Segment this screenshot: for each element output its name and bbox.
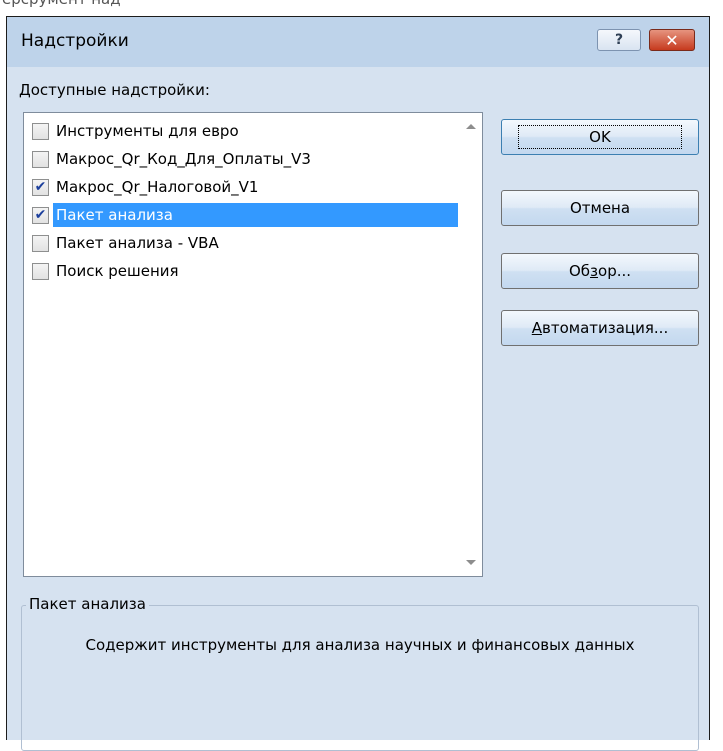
checkbox[interactable] <box>32 150 49 168</box>
label-text: оступные надстройки: <box>30 81 210 99</box>
list-item[interactable]: ✔ Пакет анализа <box>26 201 458 229</box>
close-button[interactable]: ✕ <box>649 29 695 51</box>
automation-label-part: втоматизация... <box>542 319 669 337</box>
scroll-up-icon[interactable] <box>466 124 476 129</box>
list-item-label: Пакет анализа <box>53 203 458 227</box>
checkbox[interactable] <box>32 122 49 140</box>
available-addins-label: Доступные надстройки: <box>19 81 210 99</box>
cancel-button[interactable]: Отмена <box>501 190 699 226</box>
list-item[interactable]: Инструменты для евро <box>26 117 458 145</box>
browse-label-part: Об <box>568 262 591 280</box>
cancel-label: Отмена <box>569 199 631 217</box>
automation-label: Автоматизация... <box>532 319 668 337</box>
background-window-text: ерсрумент над <box>0 0 300 14</box>
checkmark-icon: ✔ <box>34 179 47 195</box>
help-icon: ? <box>614 32 624 48</box>
list-item[interactable]: Макрос_Qr_Код_Для_Оплаты_V3 <box>26 145 458 173</box>
list-item-label: Поиск решения <box>56 262 179 280</box>
close-icon: ✕ <box>665 30 679 50</box>
checkbox[interactable]: ✔ <box>32 178 49 196</box>
list-item-label: Инструменты для евро <box>56 122 239 140</box>
browse-label: Обзор... <box>569 262 631 280</box>
list-item[interactable]: Поиск решения <box>26 257 458 285</box>
description-groupbox: Пакет анализа Содержит инструменты для а… <box>21 595 699 751</box>
checkmark-icon: ✔ <box>34 207 47 223</box>
addins-listbox[interactable]: Инструменты для евро Макрос_Qr_Код_Для_Оп… <box>23 112 483 577</box>
ok-button[interactable]: OK <box>501 119 699 155</box>
vertical-scrollbar[interactable] <box>460 113 482 576</box>
list-item-label: Макрос_Qr_Код_Для_Оплаты_V3 <box>56 150 311 168</box>
checkbox[interactable] <box>32 234 49 252</box>
addins-dialog: Надстройки ? ✕ Доступные надстройки: Инс… <box>6 16 710 751</box>
dialog-title: Надстройки <box>21 31 129 51</box>
list-item-label: Макрос_Qr_Налоговой_V1 <box>56 178 259 196</box>
dialog-body: Доступные надстройки: Инструменты для ев… <box>7 67 709 751</box>
list-item[interactable]: ✔ Макрос_Qr_Налоговой_V1 <box>26 173 458 201</box>
scroll-down-icon[interactable] <box>466 560 476 565</box>
checkbox[interactable]: ✔ <box>32 206 49 224</box>
browse-label-part: ор... <box>598 262 632 280</box>
access-key: Д <box>19 81 31 99</box>
browse-button[interactable]: Обзор... <box>501 253 699 289</box>
checkbox[interactable] <box>32 262 49 280</box>
addins-list: Инструменты для евро Макрос_Qr_Код_Для_Оп… <box>26 117 458 285</box>
automation-access-key: А <box>531 319 543 337</box>
browse-access-key: з <box>590 262 599 280</box>
ok-label: OK <box>518 125 682 149</box>
list-item-label: Пакет анализа - VBA <box>56 234 219 252</box>
description-title: Пакет анализа <box>26 595 149 613</box>
list-item[interactable]: Пакет анализа - VBA <box>26 229 458 257</box>
title-bar: Надстройки ? ✕ <box>7 17 709 67</box>
help-button[interactable]: ? <box>597 29 641 51</box>
description-text: Содержит инструменты для анализа научных… <box>85 636 635 654</box>
automation-button[interactable]: Автоматизация... <box>501 310 699 346</box>
